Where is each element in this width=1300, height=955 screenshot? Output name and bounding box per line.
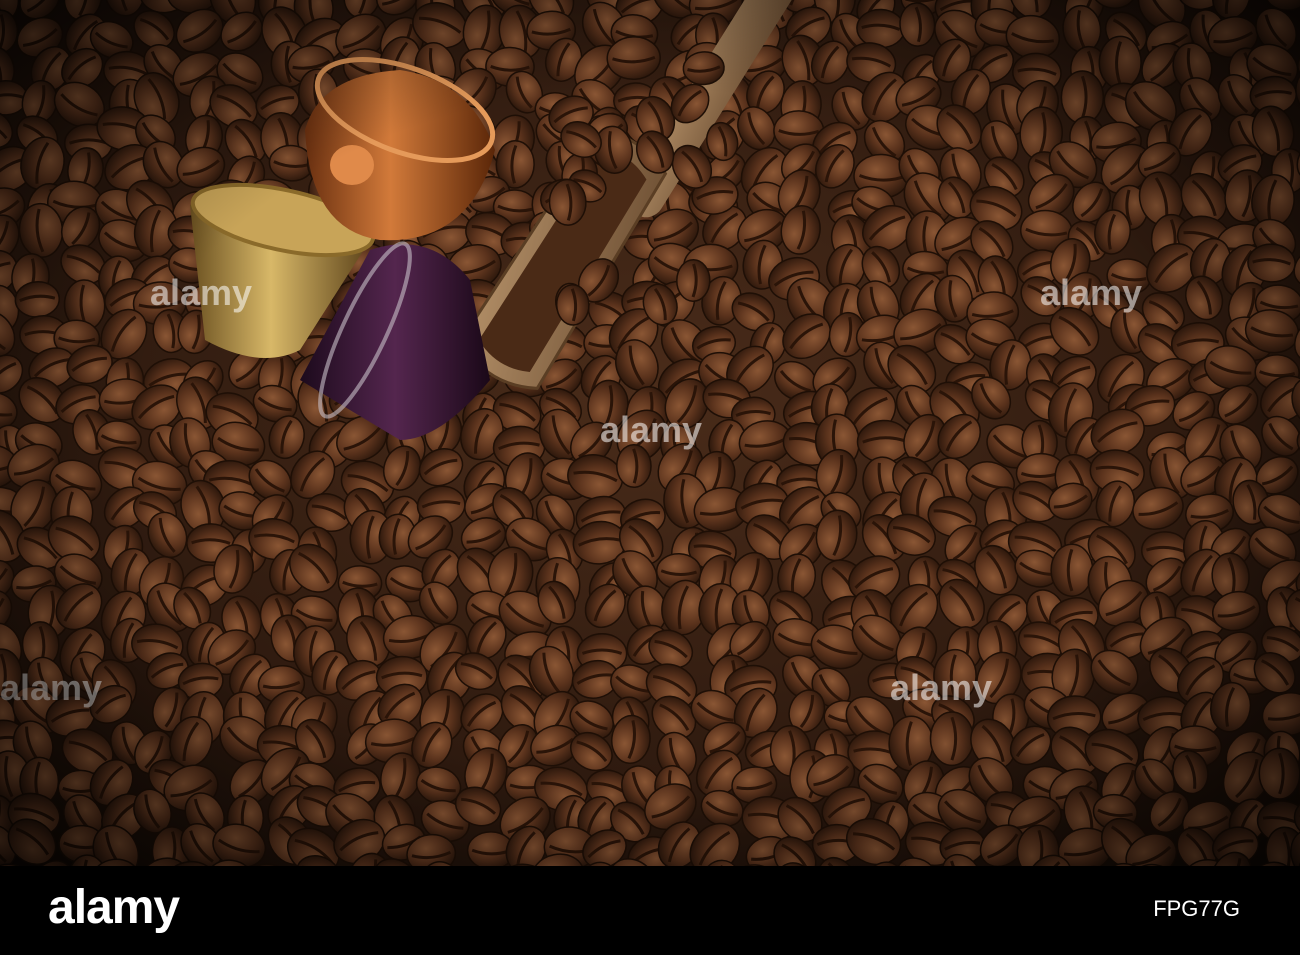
image-id-label: FPG77G xyxy=(1153,896,1240,921)
coffee-beans-photo: alamy alamy alamy alamy alamy xyxy=(0,0,1300,866)
stock-footer-bar: alamy FPG77G xyxy=(0,866,1300,955)
alamy-logo: alamy xyxy=(48,881,180,934)
image-stage: alamy alamy alamy alamy alamy alamy FPG7… xyxy=(0,0,1300,955)
